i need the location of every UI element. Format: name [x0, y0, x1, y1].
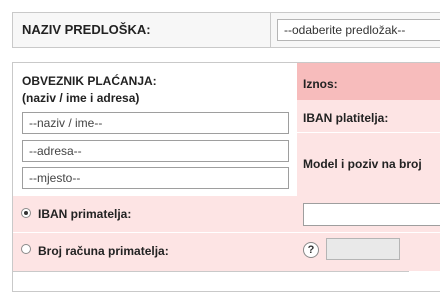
recipient-iban-label[interactable]: IBAN primatelja:: [38, 207, 131, 221]
model-reference-label: Model i poziv na broj: [303, 157, 422, 171]
payer-city-input[interactable]: --mjesto--: [22, 167, 289, 189]
bottom-divider: [13, 271, 409, 272]
recipient-account-input: [326, 238, 400, 260]
template-select[interactable]: --odaberite predložak--: [277, 19, 440, 41]
help-icon[interactable]: ?: [303, 242, 319, 258]
recipient-row-separator: [13, 232, 440, 233]
amount-label: Iznos:: [303, 77, 338, 91]
template-divider: [270, 13, 271, 48]
recipient-account-radio[interactable]: [21, 244, 31, 254]
column-separator: [297, 132, 440, 133]
payer-subheading: (naziv / ime i adresa): [22, 91, 140, 105]
recipient-account-label[interactable]: Broj računa primatelja:: [38, 244, 169, 258]
payer-name-input[interactable]: --naziv / ime--: [22, 112, 289, 134]
payer-heading: OBVEZNIK PLAĆANJA:: [22, 74, 157, 88]
recipient-iban-input[interactable]: [303, 203, 440, 226]
template-label: NAZIV PREDLOŠKA:: [22, 22, 151, 37]
payer-address-input[interactable]: --adresa--: [22, 140, 289, 162]
recipient-iban-radio[interactable]: [21, 208, 31, 218]
payer-iban-label: IBAN platitelja:: [303, 111, 389, 125]
